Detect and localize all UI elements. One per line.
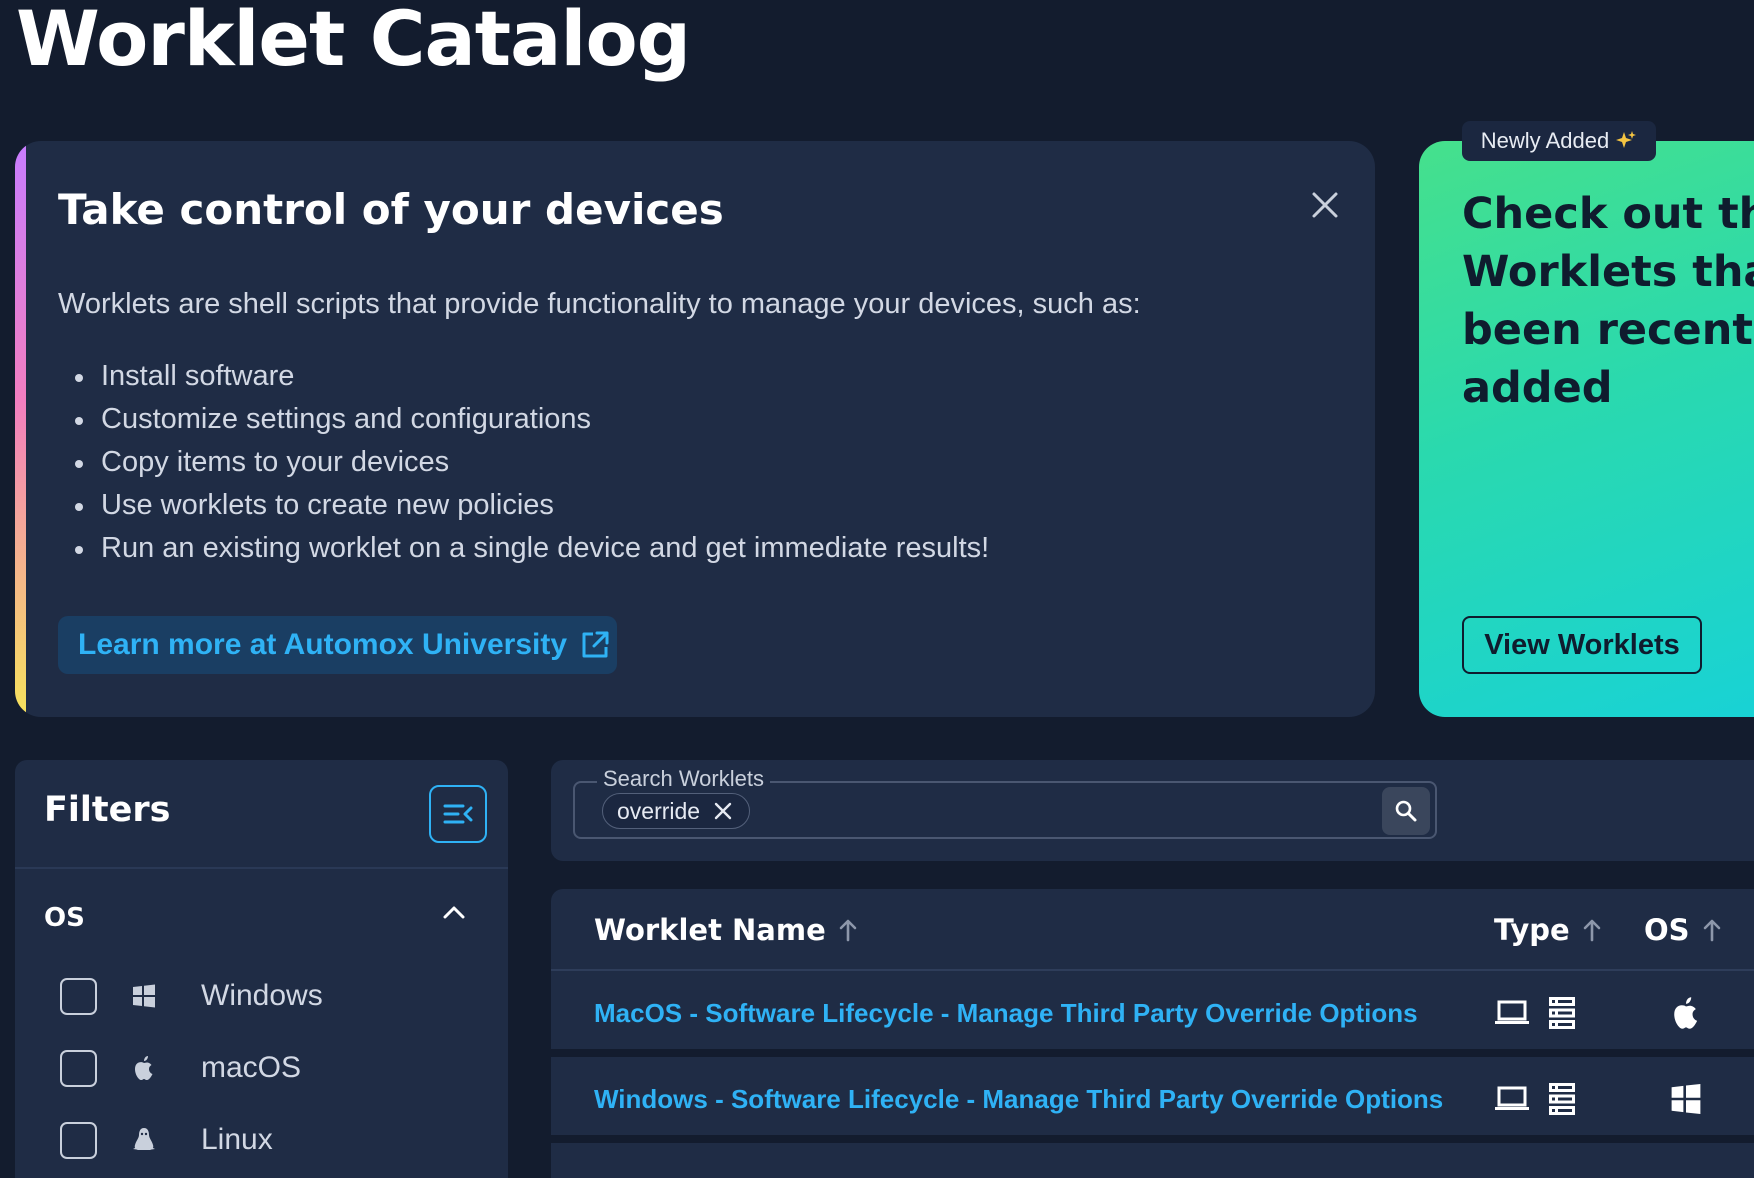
- os-option-label: Linux: [201, 1123, 273, 1156]
- table-row[interactable]: MacOS - Software Lifecycle - Manage Thir…: [551, 971, 1754, 1057]
- os-option-windows[interactable]: Windows: [15, 964, 508, 1036]
- search-chip: override: [602, 793, 750, 829]
- worklet-name-link[interactable]: MacOS - Software Lifecycle - Manage Thir…: [594, 998, 1418, 1029]
- column-header-worklet-name[interactable]: Worklet Name: [594, 913, 858, 947]
- newly-added-promo-card: Check out th Worklets tha been recentl a…: [1419, 141, 1754, 717]
- os-option-label: macOS: [201, 1051, 302, 1084]
- search-chip-label: override: [617, 797, 701, 824]
- filters-title: Filters: [44, 790, 171, 830]
- table-header: Worklet Name Type OS: [551, 889, 1754, 971]
- learn-more-label: Learn more at Automox University: [78, 628, 568, 661]
- apple-icon: [135, 1056, 153, 1080]
- chevron-up-icon[interactable]: [443, 905, 465, 919]
- worklet-type-cell: [1494, 996, 1576, 1030]
- worklets-table: Worklet Name Type OS MacOS - Software Li…: [551, 889, 1754, 1178]
- filters-panel: Filters OS Windows macOS Linux: [15, 760, 508, 1178]
- column-header-os[interactable]: OS: [1644, 913, 1722, 947]
- search-button[interactable]: [1382, 787, 1430, 835]
- os-option-macos[interactable]: macOS: [15, 1036, 508, 1108]
- view-worklets-button[interactable]: View Worklets: [1462, 616, 1702, 674]
- os-option-linux[interactable]: Linux: [15, 1108, 508, 1178]
- column-header-label: OS: [1644, 913, 1690, 947]
- os-filter-label: OS: [44, 903, 85, 933]
- sparkles-icon: [1616, 131, 1637, 148]
- filters-header: Filters: [15, 760, 508, 869]
- search-icon: [1395, 800, 1417, 822]
- server-icon: [1549, 1083, 1575, 1115]
- close-intro-button[interactable]: [1301, 181, 1349, 229]
- search-legend: Search Worklets: [597, 766, 770, 792]
- intro-feature-item: Install software: [58, 355, 989, 398]
- worklet-name-link[interactable]: Windows - Software Lifecycle - Manage Th…: [594, 1084, 1443, 1115]
- promo-heading-line: been recentl: [1462, 305, 1754, 355]
- intro-feature-item: Copy items to your devices: [58, 441, 989, 484]
- linux-icon: [133, 1128, 155, 1150]
- search-panel: Search Worklets override: [551, 760, 1754, 861]
- remove-chip-button[interactable]: [714, 802, 732, 820]
- search-worklets-input[interactable]: Search Worklets override: [573, 766, 1437, 839]
- os-checkbox[interactable]: [60, 1122, 97, 1159]
- table-row[interactable]: Windows - Software Lifecycle - Manage Th…: [551, 1057, 1754, 1143]
- laptop-icon: [1495, 1000, 1529, 1024]
- worklet-type-cell: [1494, 1082, 1576, 1116]
- worklet-catalog-page: Worklet Catalog Take control of your dev…: [0, 0, 1754, 1178]
- laptop-icon: [1495, 1086, 1529, 1110]
- close-icon: [714, 802, 732, 820]
- apple-icon: [1674, 997, 1698, 1029]
- windows-icon: [1671, 1083, 1701, 1115]
- newly-added-badge: Newly Added: [1462, 121, 1656, 161]
- sort-arrow-up-icon: [1583, 919, 1600, 942]
- external-link-icon: [582, 631, 609, 658]
- promo-heading: Check out th Worklets tha been recentl a…: [1462, 185, 1754, 417]
- intro-feature-list: Install software Customize settings and …: [58, 355, 989, 570]
- collapse-menu-icon: [443, 804, 473, 824]
- column-header-label: Worklet Name: [594, 913, 826, 947]
- intro-feature-item: Use worklets to create new policies: [58, 484, 989, 527]
- promo-heading-line: Worklets tha: [1462, 247, 1754, 297]
- column-header-type[interactable]: Type: [1494, 913, 1602, 947]
- intro-feature-item: Run an existing worklet on a single devi…: [58, 527, 989, 570]
- promo-heading-line: added: [1462, 363, 1613, 413]
- os-filter-header[interactable]: OS: [15, 869, 508, 964]
- intro-feature-item: Customize settings and configurations: [58, 398, 989, 441]
- sort-arrow-up-icon: [839, 919, 857, 942]
- os-checkbox[interactable]: [60, 1050, 97, 1087]
- sort-arrow-up-icon: [1703, 919, 1720, 942]
- promo-heading-line: Check out th: [1462, 189, 1754, 239]
- collapse-filters-button[interactable]: [429, 785, 487, 843]
- intro-card: Take control of your devices Worklets ar…: [15, 141, 1375, 717]
- windows-icon: [133, 984, 155, 1008]
- intro-heading: Take control of your devices: [58, 185, 724, 234]
- close-icon: [1312, 192, 1338, 218]
- page-title: Worklet Catalog: [16, 0, 691, 83]
- intro-accent-bar: [15, 141, 26, 717]
- server-icon: [1549, 997, 1575, 1029]
- learn-more-button[interactable]: Learn more at Automox University: [58, 616, 617, 674]
- intro-description: Worklets are shell scripts that provide …: [58, 288, 1141, 320]
- newly-added-badge-label: Newly Added: [1480, 128, 1610, 153]
- column-header-label: Type: [1494, 913, 1570, 947]
- os-checkbox[interactable]: [60, 978, 97, 1015]
- os-option-label: Windows: [201, 979, 323, 1012]
